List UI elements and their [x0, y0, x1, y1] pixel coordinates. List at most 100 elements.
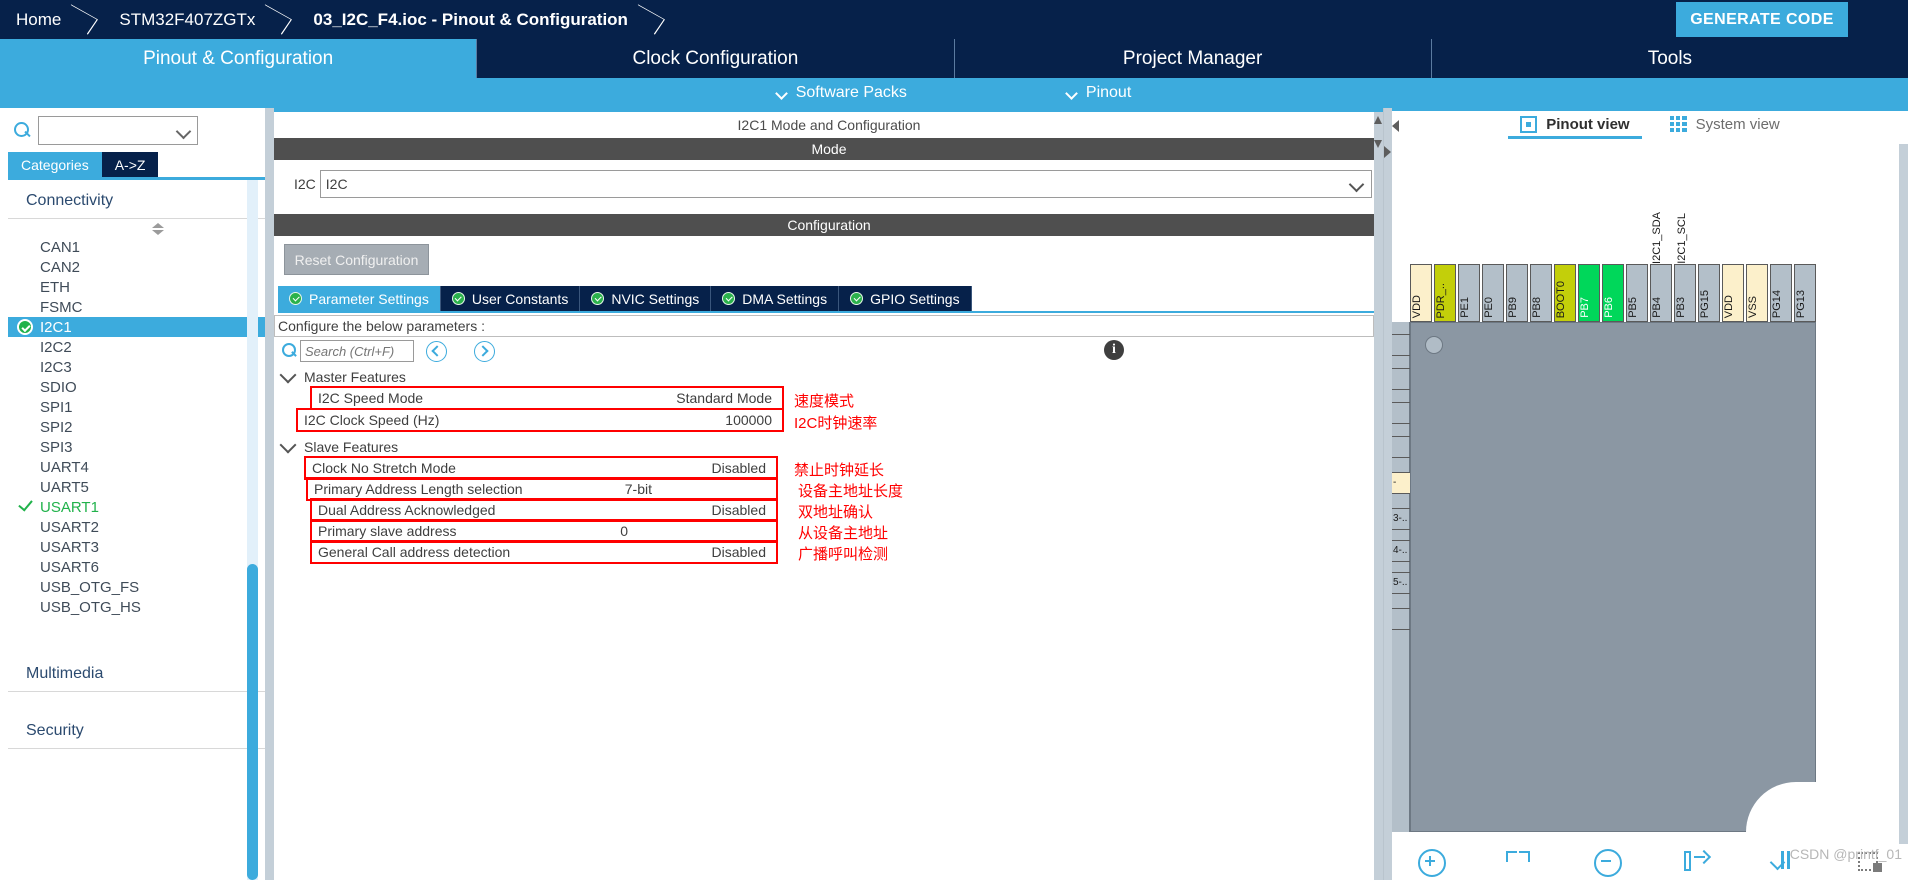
sidebar-splitter[interactable] — [265, 108, 274, 880]
pinout-vertical-scrollbar[interactable] — [1899, 144, 1908, 844]
info-icon[interactable]: i — [1104, 340, 1124, 360]
tab-clock-configuration[interactable]: Clock Configuration — [477, 39, 955, 78]
tab-pinout-configuration[interactable]: Pinout & Configuration — [0, 39, 478, 78]
breadcrumb-item-project[interactable]: 03_I2C_F4.ioc - Pinout & Configuration — [297, 0, 644, 39]
sidebar-tab-a-to-z[interactable]: A->Z — [101, 152, 159, 177]
left-pin-2[interactable] — [1392, 368, 1410, 390]
sidebar-group-connectivity[interactable]: Connectivity — [8, 180, 308, 219]
left-pin-4[interactable] — [1392, 436, 1410, 458]
pin-vdd-2[interactable]: VDD — [1722, 264, 1744, 322]
parameter-row-i2c-clock-speed[interactable]: I2C Clock Speed (Hz) 100000 — [296, 408, 784, 432]
pinout-diagram[interactable]: I2C1_SDA I2C1_SCL VDD PDR_.. PE1 PE0 PB9… — [1392, 144, 1908, 844]
left-pin-9[interactable] — [1392, 608, 1410, 630]
pin-pdr[interactable]: PDR_.. — [1434, 264, 1456, 322]
pin-pb6[interactable]: PB6 — [1602, 264, 1624, 322]
sidebar-item-spi3[interactable]: SPI3 — [8, 437, 308, 457]
zoom-in-button[interactable] — [1418, 849, 1446, 877]
configuration-scrollbar[interactable] — [1374, 112, 1383, 880]
tab-gpio-settings[interactable]: GPIO Settings — [839, 286, 972, 311]
tab-user-constants[interactable]: User Constants — [440, 286, 581, 311]
parameter-group-master-features[interactable]: Master Features — [274, 366, 1384, 388]
parameter-row-dual-address-acknowledged[interactable]: Dual Address Acknowledged Disabled — [310, 498, 778, 522]
mcu-package-body[interactable] — [1410, 322, 1816, 832]
parameter-row-i2c-speed-mode[interactable]: I2C Speed Mode Standard Mode — [310, 386, 784, 410]
sub-tab-pinout[interactable]: Pinout — [1067, 84, 1131, 102]
pin-boot0[interactable]: BOOT0 — [1554, 264, 1576, 322]
left-pin-6[interactable]: 3-.. — [1392, 508, 1410, 530]
pin-pe1[interactable]: PE1 — [1458, 264, 1480, 322]
parameter-search-field[interactable] — [301, 341, 411, 361]
zoom-out-button[interactable] — [1594, 849, 1622, 877]
pinout-splitter[interactable] — [1384, 108, 1399, 880]
scroll-down-icon[interactable] — [1374, 140, 1382, 148]
sidebar-item-fsmc[interactable]: FSMC — [8, 297, 308, 317]
pin-pg13[interactable]: PG13 — [1794, 264, 1816, 322]
sidebar-item-usb-otg-fs[interactable]: USB_OTG_FS — [8, 577, 308, 597]
tab-pinout-view[interactable]: Pinout view — [1508, 115, 1642, 139]
sidebar-item-uart5[interactable]: UART5 — [8, 477, 308, 497]
left-pin-3[interactable] — [1392, 402, 1410, 424]
reset-configuration-button[interactable]: Reset Configuration — [284, 244, 429, 275]
sub-tab-software-packs[interactable]: Software Packs — [777, 84, 907, 102]
sidebar-item-spi1[interactable]: SPI1 — [8, 397, 308, 417]
left-pin-8[interactable]: 5-.. — [1392, 572, 1410, 594]
parameter-row-clock-no-stretch-mode[interactable]: Clock No Stretch Mode Disabled — [304, 456, 778, 480]
parameter-row-primary-slave-address[interactable]: Primary slave address 0 — [310, 519, 778, 543]
sidebar-item-usart3[interactable]: USART3 — [8, 537, 308, 557]
scroll-up-icon[interactable] — [1374, 116, 1382, 124]
breadcrumb-item-home[interactable]: Home — [0, 0, 77, 39]
sidebar-group-multimedia[interactable]: Multimedia — [8, 653, 308, 692]
left-pin-7[interactable]: 4-.. — [1392, 540, 1410, 562]
tab-system-view[interactable]: System view — [1669, 116, 1780, 139]
tab-project-manager[interactable]: Project Manager — [955, 39, 1432, 78]
tab-dma-settings[interactable]: DMA Settings — [711, 286, 840, 311]
parameter-row-primary-address-length[interactable]: Primary Address Length selection 7-bit — [306, 477, 778, 501]
pin-pb7[interactable]: PB7 — [1578, 264, 1600, 322]
pin-pe0[interactable]: PE0 — [1482, 264, 1504, 322]
sidebar-item-sdio[interactable]: SDIO — [8, 377, 308, 397]
export-pinout-button[interactable] — [1682, 849, 1712, 875]
fit-to-screen-button[interactable] — [1506, 849, 1532, 875]
sidebar-item-usart2[interactable]: USART2 — [8, 517, 308, 537]
left-pin-1[interactable] — [1392, 334, 1410, 356]
tab-nvic-settings[interactable]: NVIC Settings — [580, 286, 712, 311]
sidebar-item-usart6[interactable]: USART6 — [8, 557, 308, 577]
search-previous-icon[interactable] — [426, 341, 447, 362]
sidebar-item-usart1[interactable]: USART1 — [8, 496, 308, 517]
sidebar-item-i2c1[interactable]: I2C1 — [8, 317, 308, 337]
pin-pg15[interactable]: PG15 — [1698, 264, 1720, 322]
pin-pb9[interactable]: PB9 — [1506, 264, 1528, 322]
parameter-row-general-call-address-detection[interactable]: General Call address detection Disabled — [310, 540, 778, 564]
sidebar-scrollbar[interactable] — [247, 180, 258, 880]
sidebar-item-eth[interactable]: ETH — [8, 277, 308, 297]
tab-parameter-settings[interactable]: Parameter Settings — [278, 286, 441, 311]
sidebar-group-security[interactable]: Security — [8, 710, 308, 749]
pin-pb4[interactable]: PB4 — [1650, 264, 1672, 322]
mode-select[interactable]: I2C — [319, 170, 1372, 198]
list-scroll-spinner[interactable] — [8, 219, 308, 237]
sidebar-item-can1[interactable]: CAN1 — [8, 237, 308, 257]
sidebar-search-input[interactable] — [38, 116, 198, 145]
sidebar-item-spi2[interactable]: SPI2 — [8, 417, 308, 437]
sidebar-item-usb-otg-hs[interactable]: USB_OTG_HS — [8, 597, 308, 617]
sidebar-tab-categories[interactable]: Categories — [8, 152, 102, 177]
tab-tools[interactable]: Tools — [1432, 39, 1908, 78]
generate-code-button[interactable]: GENERATE CODE — [1676, 2, 1848, 37]
parameter-group-slave-features[interactable]: Slave Features — [274, 436, 1384, 458]
breadcrumb-item-mcu[interactable]: STM32F407ZGTx — [103, 0, 271, 39]
parameter-search-input[interactable] — [300, 340, 414, 362]
search-next-icon[interactable] — [474, 341, 495, 362]
left-pin-vdd[interactable]: - — [1392, 472, 1410, 494]
sidebar-item-uart4[interactable]: UART4 — [8, 457, 308, 477]
pin-pb5[interactable]: PB5 — [1626, 264, 1648, 322]
sidebar-item-i2c3[interactable]: I2C3 — [8, 357, 308, 377]
sidebar-item-i2c2[interactable]: I2C2 — [8, 337, 308, 357]
sidebar-scrollbar-thumb[interactable] — [247, 564, 258, 880]
sub-tab-label: Software Packs — [795, 84, 907, 101]
pin-pb3[interactable]: PB3 — [1674, 264, 1696, 322]
pin-vss[interactable]: VSS — [1746, 264, 1768, 322]
pin-pg14[interactable]: PG14 — [1770, 264, 1792, 322]
pin-vdd[interactable]: VDD — [1410, 264, 1432, 322]
sidebar-item-can2[interactable]: CAN2 — [8, 257, 308, 277]
pin-pb8[interactable]: PB8 — [1530, 264, 1552, 322]
